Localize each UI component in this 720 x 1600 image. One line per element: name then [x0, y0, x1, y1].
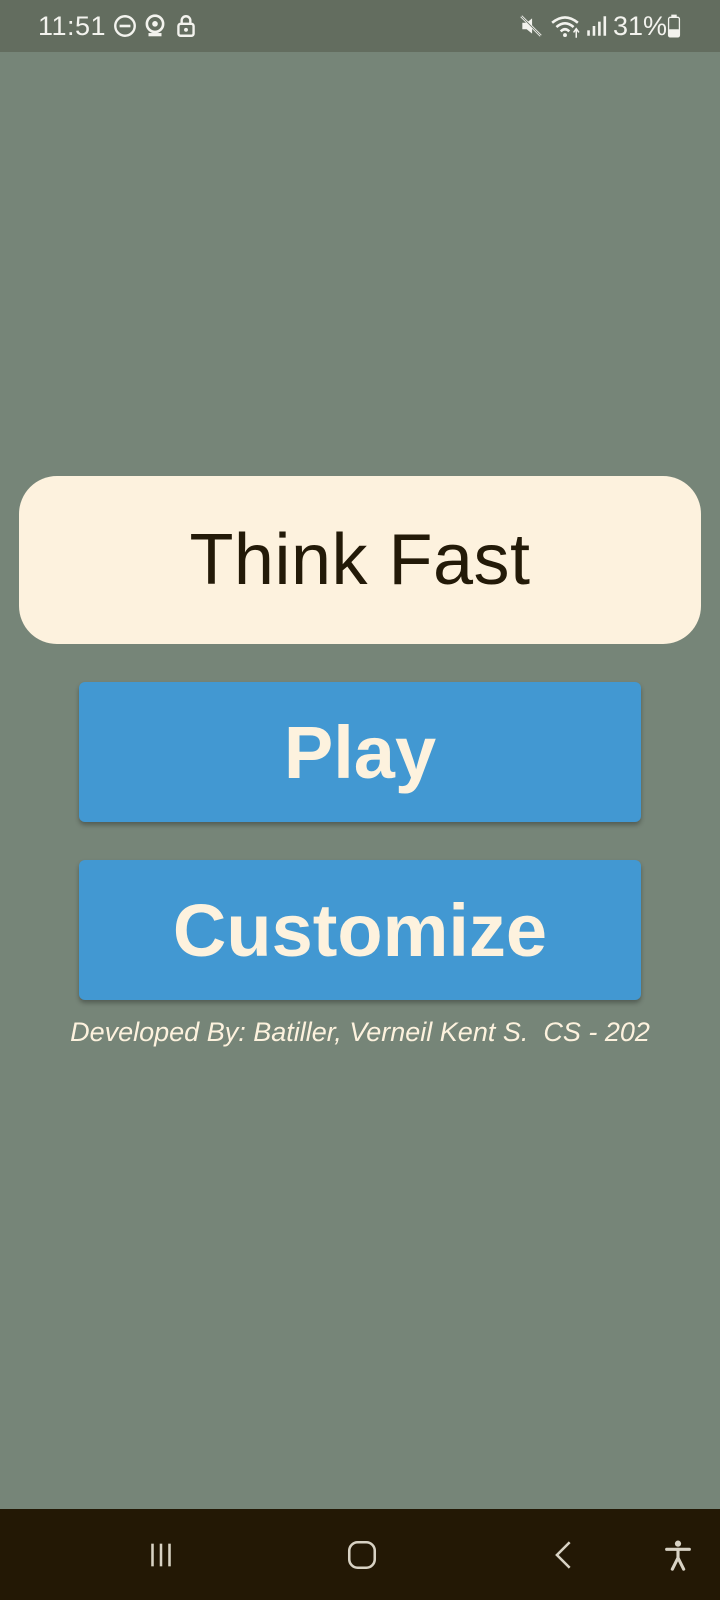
title-card: Think Fast	[19, 476, 701, 644]
lock-icon	[177, 15, 195, 37]
recent-apps-button[interactable]	[135, 1529, 187, 1581]
back-icon	[555, 1541, 571, 1569]
app-screen: 11:51 31% Think Fast Play Customize Deve…	[0, 0, 720, 1600]
battery-icon	[667, 14, 681, 38]
status-bar: 11:51 31%	[0, 0, 720, 52]
mute-icon	[520, 15, 542, 37]
customize-button[interactable]: Customize	[79, 860, 641, 1000]
recent-apps-icon	[151, 1543, 171, 1567]
home-icon	[347, 1540, 377, 1570]
hotspot-icon	[145, 14, 165, 37]
back-button[interactable]	[538, 1529, 590, 1581]
navigation-bar	[0, 1509, 720, 1600]
developer-credits: Developed By: Batiller, Verneil Kent S. …	[70, 1017, 650, 1047]
accessibility-button[interactable]	[652, 1529, 704, 1581]
do-not-disturb-icon	[114, 15, 136, 37]
signal-icon	[587, 16, 607, 36]
wifi-icon	[551, 16, 580, 38]
battery-percentage: 31%	[613, 11, 668, 41]
status-time: 11:51	[38, 11, 107, 41]
play-button[interactable]: Play	[79, 682, 641, 822]
app-title: Think Fast	[189, 520, 531, 600]
customize-button-label: Customize	[172, 888, 548, 972]
home-button[interactable]	[336, 1529, 388, 1581]
accessibility-icon	[665, 1540, 691, 1571]
play-button-label: Play	[283, 710, 437, 794]
